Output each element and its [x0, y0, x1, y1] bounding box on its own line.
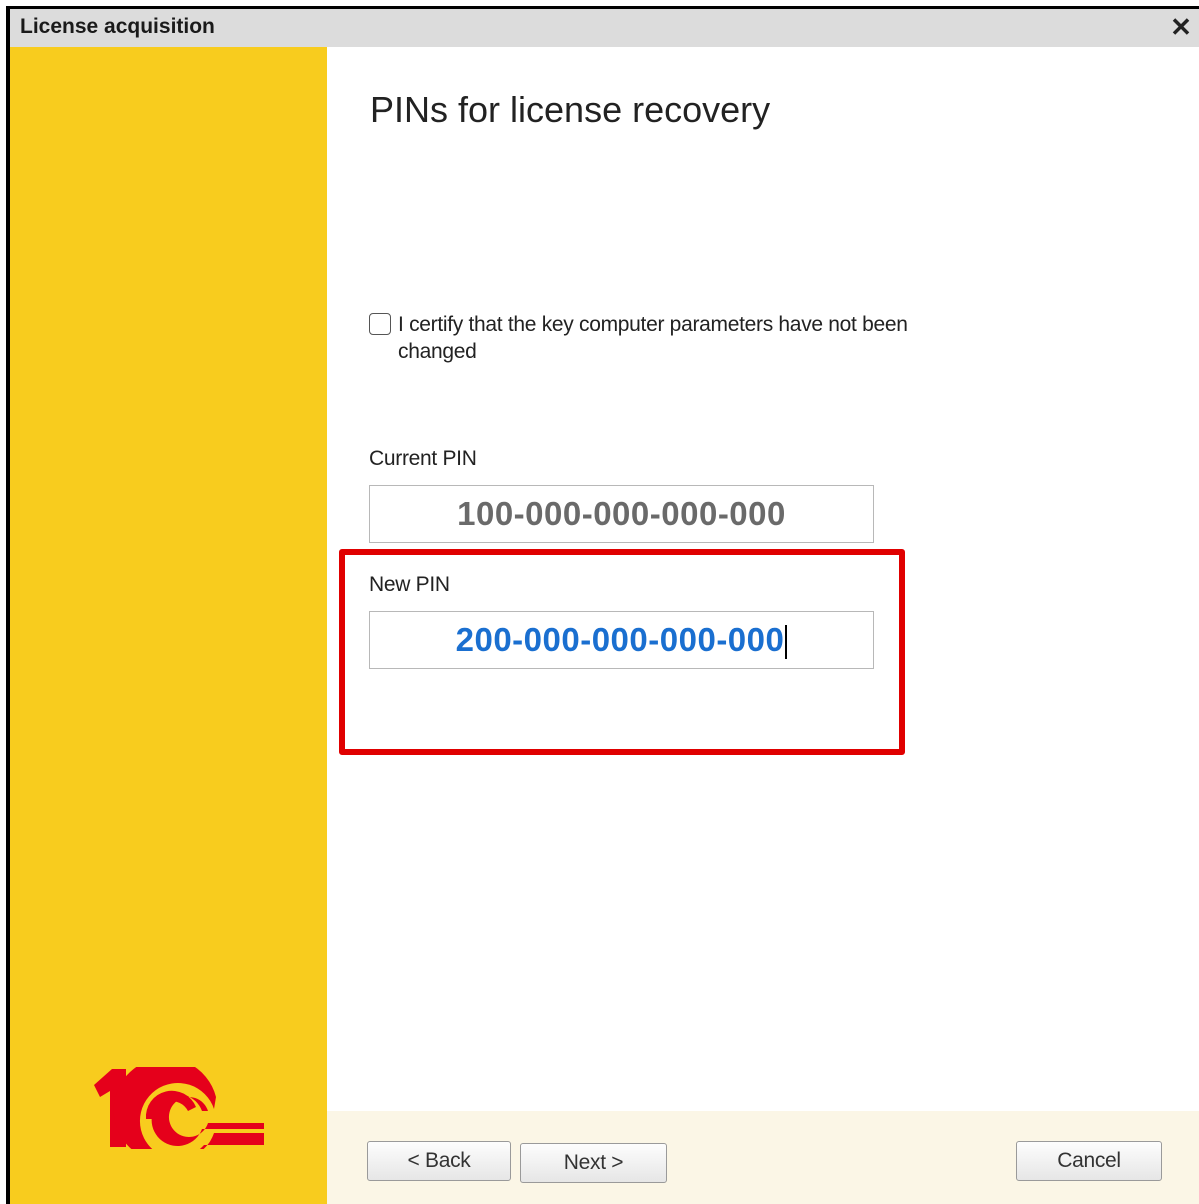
- certify-checkbox[interactable]: [369, 313, 391, 335]
- current-pin-field[interactable]: 100-000-000-000-000: [369, 485, 874, 543]
- license-acquisition-window: License acquisition ✕ PINs for license r…: [6, 6, 1199, 1204]
- new-pin-field[interactable]: 200-000-000-000-000: [369, 611, 874, 669]
- current-pin-label: Current PIN: [369, 447, 477, 470]
- text-cursor: [785, 625, 788, 660]
- cancel-button[interactable]: Cancel: [1016, 1141, 1162, 1181]
- sidebar: [10, 47, 327, 1204]
- new-pin-value: 200-000-000-000-000: [455, 621, 785, 658]
- back-button[interactable]: < Back: [367, 1141, 511, 1181]
- title-bar: License acquisition ✕: [10, 9, 1199, 47]
- next-button[interactable]: Next >: [520, 1143, 667, 1183]
- close-icon[interactable]: ✕: [1167, 11, 1195, 43]
- window-title: License acquisition: [20, 15, 215, 38]
- new-pin-label: New PIN: [369, 573, 450, 596]
- 1c-logo-icon: [94, 1067, 264, 1149]
- main-content: PINs for license recovery I certify that…: [327, 47, 1199, 1204]
- page-title: PINs for license recovery: [370, 89, 771, 130]
- button-bar: < Back Next > Cancel: [327, 1111, 1199, 1204]
- current-pin-value: 100-000-000-000-000: [457, 495, 786, 532]
- certify-label[interactable]: I certify that the key computer paramete…: [398, 311, 978, 365]
